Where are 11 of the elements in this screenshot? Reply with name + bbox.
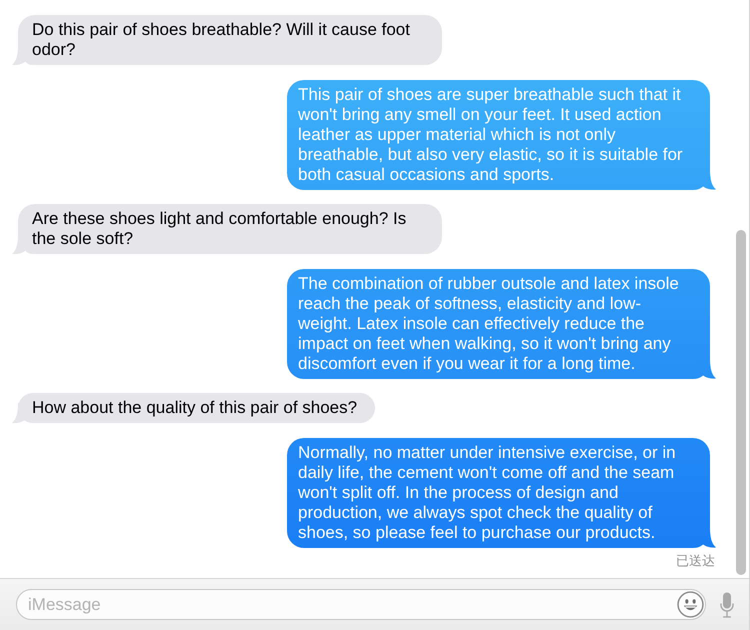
received-message-bubble: Are these shoes light and comfortable enough? Is the sole soft? (12, 204, 442, 254)
smiley-face-icon[interactable] (677, 591, 704, 618)
sent-message-bubble: Normally, no matter under intensive exercise, or in daily life, the cement won't come off and the seam won't split off. In the process of design and production, we always spot check the quality of shoes, so please feel to purchase our products. (287, 438, 716, 548)
received-message-bubble: Do this pair of shoes breathable? Will it cause foot odor? (12, 15, 442, 65)
sent-message-bubble: This pair of shoes are super breathable such that it won't bring any smell on your feet. It used action leather as upper material which is not only breathable, but also very elastic, so it is suitable for both casual occasions and sports. (287, 80, 716, 190)
microphone-icon[interactable] (720, 592, 734, 618)
received-message-bubble: How about the quality of this pair of shoes? (12, 393, 376, 423)
sent-message-bubble: The combination of rubber outsole and latex insole reach the peak of softness, elasticity and low-weight. Latex insole can effectively reduce the impact on feet when walking, so it won't bring any discomfort even if you wear it for a long time. (287, 268, 716, 378)
message-field[interactable]: iMessage (16, 589, 706, 620)
scrollbar-thumb[interactable] (736, 230, 746, 575)
delivery-status: 已送达 (676, 552, 715, 568)
